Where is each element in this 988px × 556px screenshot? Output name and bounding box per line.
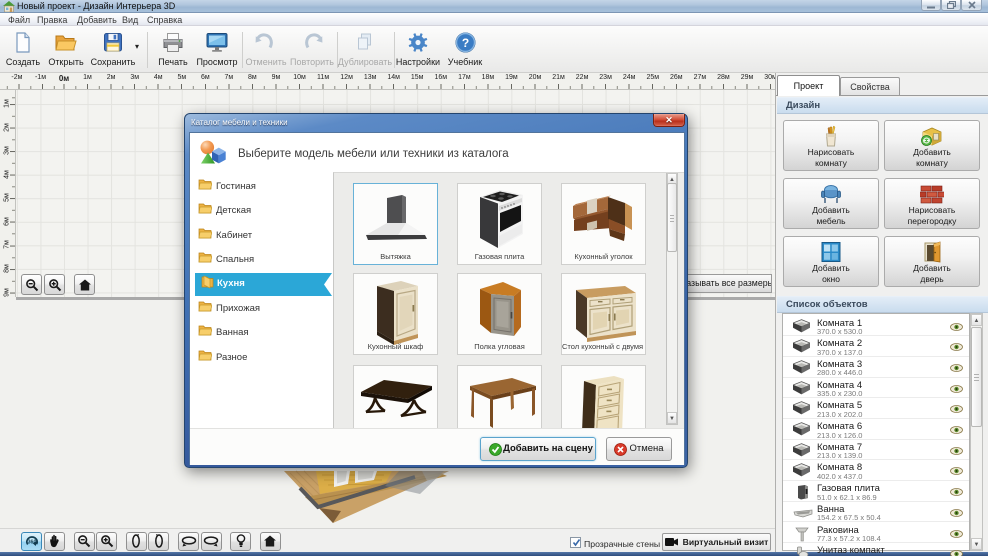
svg-text:?: ? bbox=[461, 36, 468, 50]
svg-text:360: 360 bbox=[27, 539, 36, 545]
